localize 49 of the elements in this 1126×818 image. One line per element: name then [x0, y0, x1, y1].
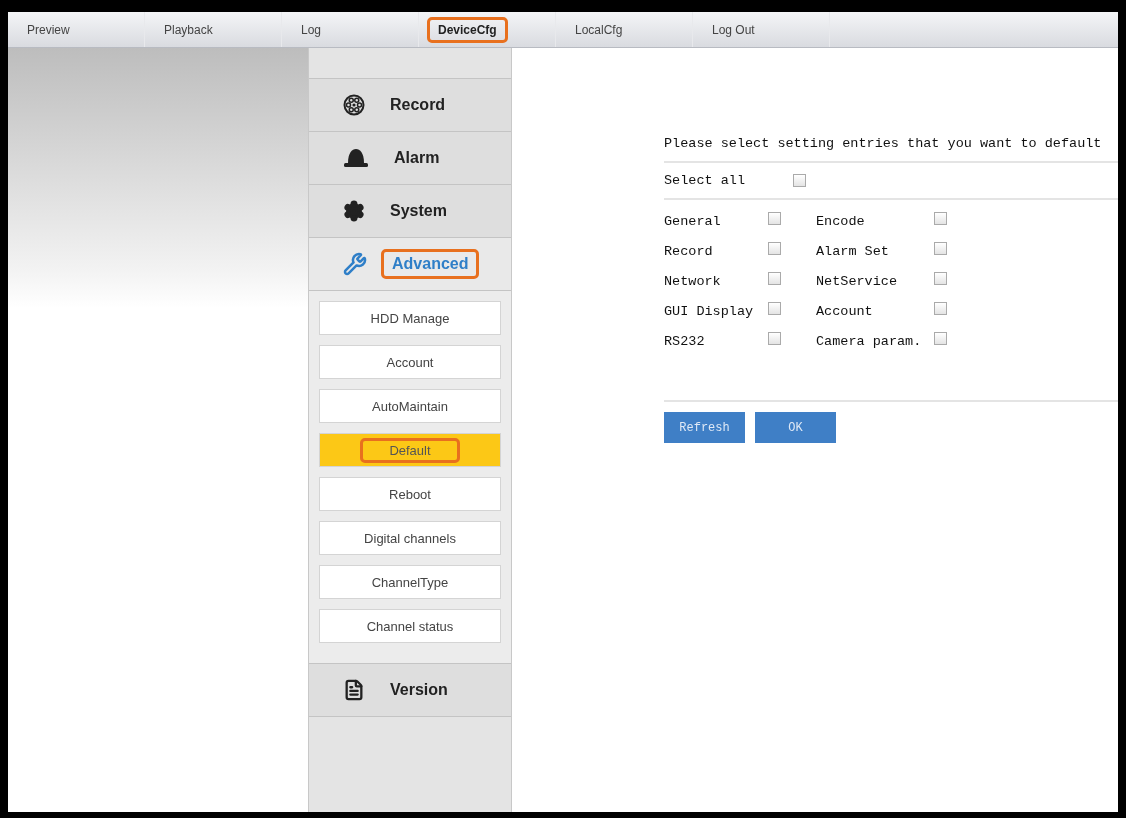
- checkbox[interactable]: [934, 272, 947, 285]
- nav-tab[interactable]: DeviceCfg: [419, 12, 556, 47]
- checkbox[interactable]: [934, 242, 947, 255]
- gear-icon: [343, 200, 365, 222]
- instruction-text: Please select setting entries that you want to default: [664, 136, 1118, 163]
- sidebar-item[interactable]: Alarm: [309, 132, 511, 185]
- option-label: General: [664, 213, 722, 229]
- option-label: Alarm Set: [816, 243, 890, 259]
- nav-tab[interactable]: Log Out: [693, 12, 830, 47]
- checkbox[interactable]: [793, 174, 806, 187]
- submenu-button[interactable]: HDD Manage: [319, 301, 501, 335]
- submenu-button[interactable]: Channel status: [319, 609, 501, 643]
- submenu-button[interactable]: Account: [319, 345, 501, 379]
- nav-tab[interactable]: Preview: [8, 12, 145, 47]
- checkbox[interactable]: [768, 212, 781, 225]
- option-label: RS232: [664, 333, 706, 349]
- checkbox[interactable]: [768, 302, 781, 315]
- checkbox[interactable]: [934, 302, 947, 315]
- document-icon: [343, 679, 365, 701]
- nav-tab[interactable]: Log: [282, 12, 419, 47]
- highlight-frame: Advanced: [381, 249, 480, 279]
- sidebar-item[interactable]: System: [309, 185, 511, 238]
- submenu-button[interactable]: Default: [319, 433, 501, 467]
- option-label: Account: [816, 303, 874, 319]
- nav-tab[interactable]: Playback: [145, 12, 282, 47]
- checkbox[interactable]: [768, 242, 781, 255]
- option-label: NetService: [816, 273, 898, 289]
- submenu-button[interactable]: Digital channels: [319, 521, 501, 555]
- option-label: Encode: [816, 213, 866, 229]
- submenu-button[interactable]: ChannelType: [319, 565, 501, 599]
- checkbox[interactable]: [768, 332, 781, 345]
- checkbox[interactable]: [934, 212, 947, 225]
- nav-tab[interactable]: LocalCfg: [556, 12, 693, 47]
- option-label: GUI Display: [664, 303, 755, 319]
- reel-icon: [343, 94, 365, 116]
- wrench-icon: [343, 252, 367, 276]
- highlight-frame: Default: [360, 437, 460, 463]
- option-label: Camera param.: [816, 333, 923, 349]
- sidebar-item[interactable]: Record: [309, 79, 511, 132]
- submenu-button[interactable]: Reboot: [319, 477, 501, 511]
- sidebar-item[interactable]: Version: [309, 664, 511, 717]
- bell-icon: [343, 148, 369, 168]
- checkbox[interactable]: [768, 272, 781, 285]
- checkbox[interactable]: [934, 332, 947, 345]
- highlight-frame: DeviceCfg: [427, 16, 508, 43]
- option-label: Select all: [664, 173, 745, 188]
- submenu-button[interactable]: AutoMaintain: [319, 389, 501, 423]
- option-label: Network: [664, 273, 722, 289]
- option-label: Record: [664, 243, 714, 259]
